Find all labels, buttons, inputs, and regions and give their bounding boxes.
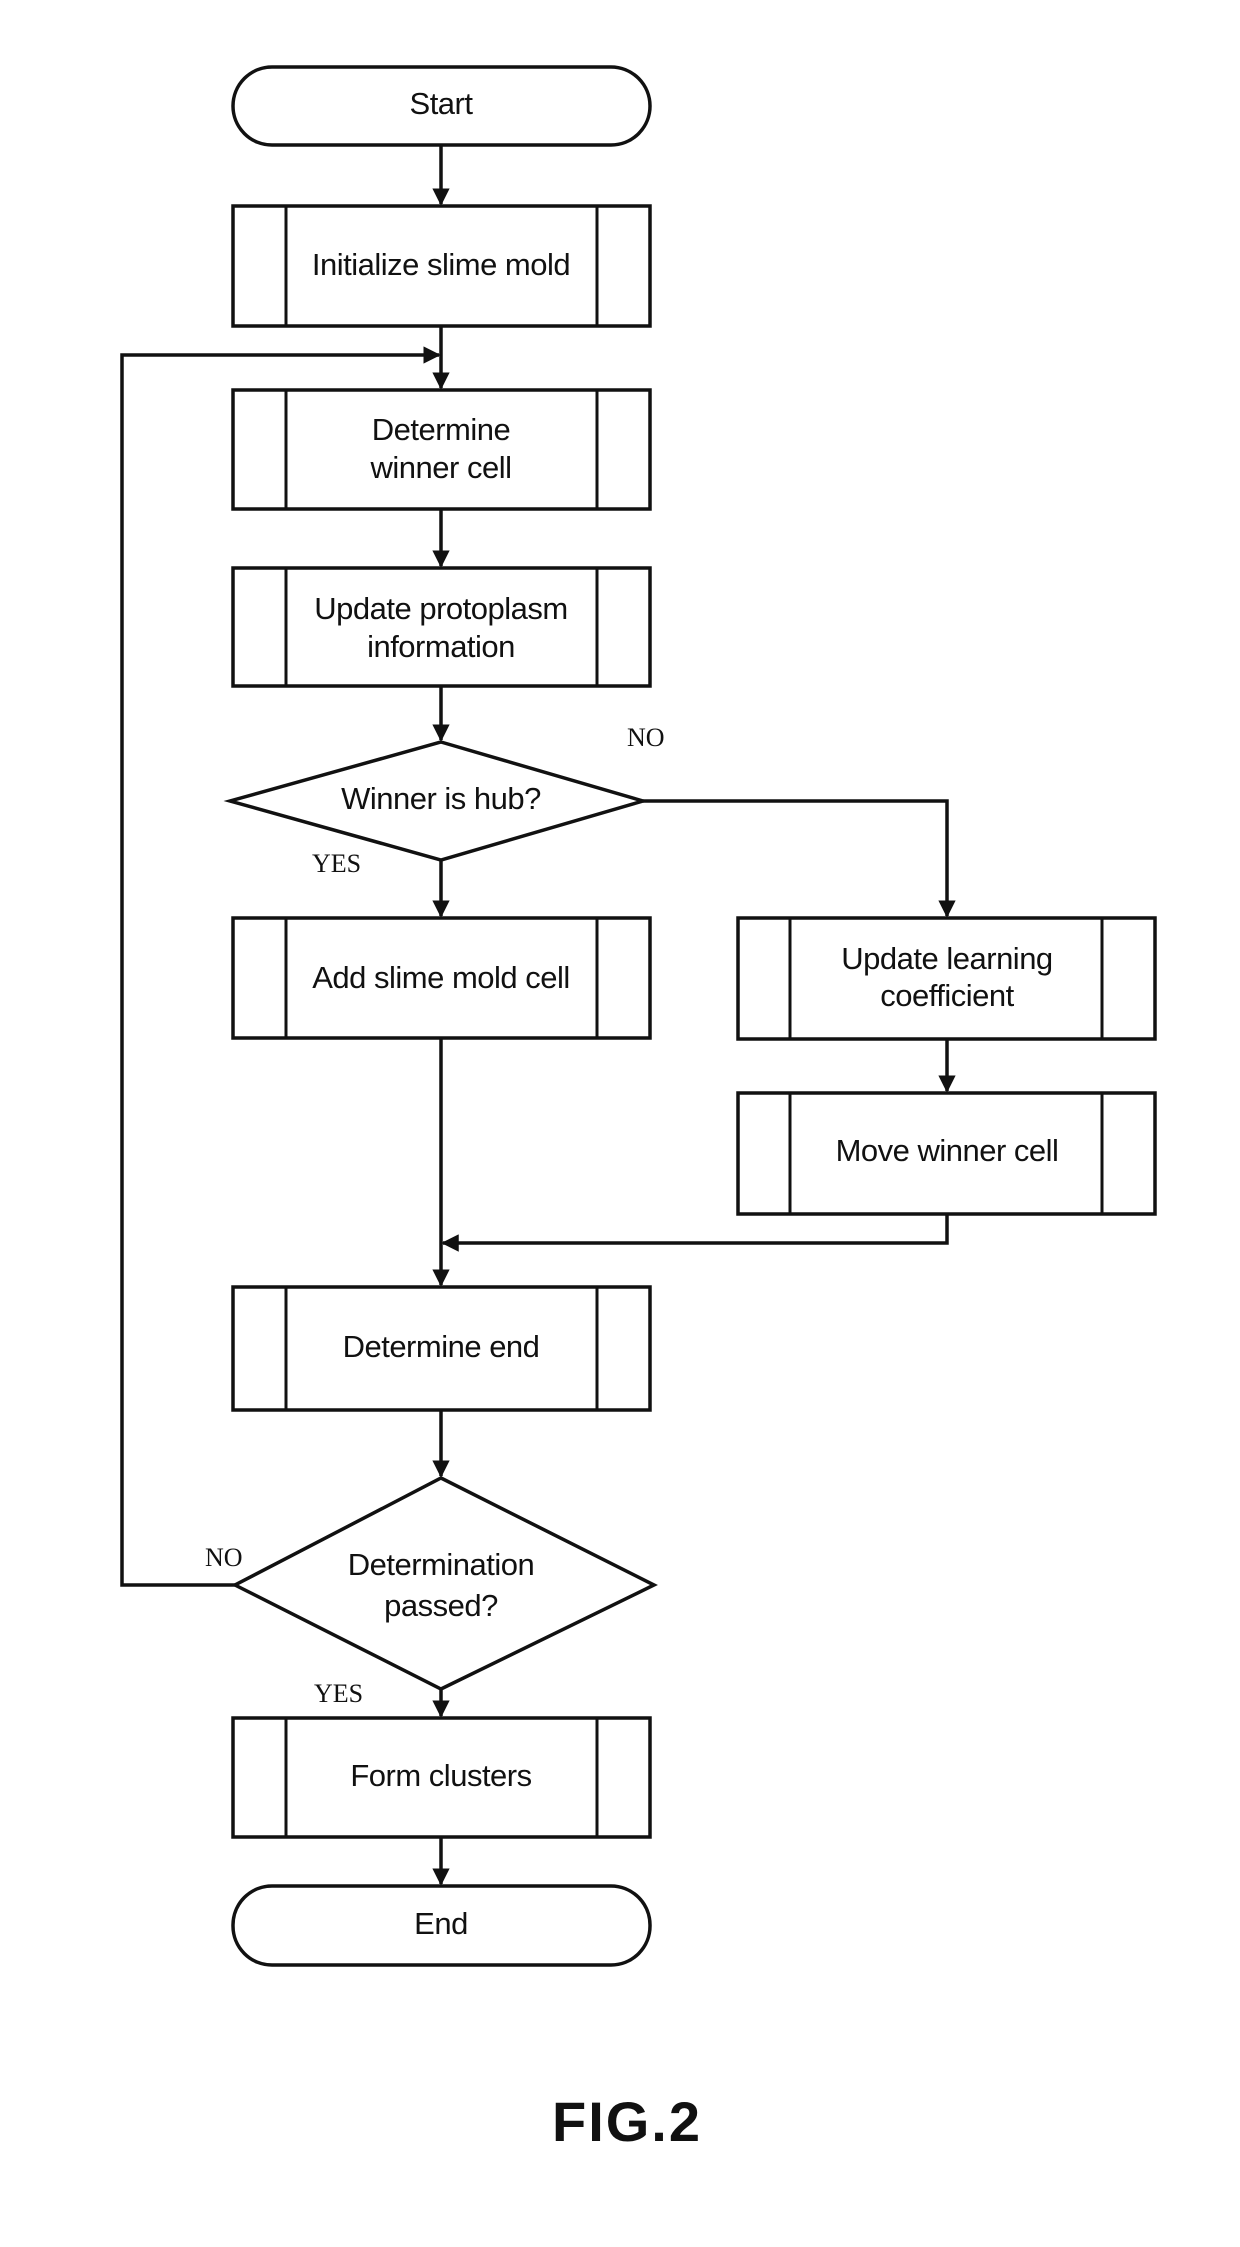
- node-text: Winner is hub?: [341, 781, 541, 816]
- figure-label: FIG.2: [552, 2090, 702, 2153]
- node-determine-winner-cell: Determine winner cell: [231, 388, 652, 511]
- label-hub-no: NO: [627, 723, 665, 752]
- node-form-clusters: Form clusters: [231, 1716, 652, 1839]
- node-text-line2: coefficient: [880, 978, 1014, 1013]
- node-text: Form clusters: [350, 1758, 531, 1793]
- node-text-line1: Update protoplasm: [314, 591, 567, 626]
- node-update-learning-coefficient: Update learning coefficient: [736, 916, 1157, 1041]
- node-text-line1: Determine: [372, 412, 511, 447]
- label-passed-no: NO: [205, 1543, 243, 1572]
- node-text: Move winner cell: [836, 1133, 1059, 1168]
- node-determination-passed-decision: Determination passed?: [231, 1476, 658, 1691]
- node-text-line1: Update learning: [841, 941, 1052, 976]
- node-move-winner-cell: Move winner cell: [736, 1091, 1157, 1216]
- node-text: Start: [410, 86, 474, 121]
- node-text: Initialize slime mold: [312, 247, 570, 282]
- label-passed-yes: YES: [314, 1679, 363, 1708]
- node-text: Add slime mold cell: [312, 960, 570, 995]
- node-text-line2: winner cell: [370, 450, 512, 485]
- process-shape: [231, 566, 652, 688]
- node-winner-is-hub-decision: Winner is hub?: [223, 740, 650, 862]
- node-determine-end: Determine end: [231, 1285, 652, 1412]
- edge-move-merge: [441, 1214, 949, 1252]
- node-text-line1: Determination: [348, 1547, 534, 1582]
- decision-shape: [231, 1476, 658, 1691]
- node-text-line2: information: [367, 629, 515, 664]
- edge-hub-learn-no: [643, 799, 956, 918]
- flowchart: Start Initialize slime mold Determine wi…: [120, 65, 1157, 2153]
- node-end: End: [231, 1884, 652, 1967]
- node-initialize-slime-mold: Initialize slime mold: [231, 204, 652, 328]
- node-text: Determine end: [343, 1329, 540, 1364]
- node-text: End: [414, 1906, 468, 1941]
- node-start: Start: [231, 65, 652, 147]
- label-hub-yes: YES: [312, 849, 361, 878]
- node-add-slime-mold-cell: Add slime mold cell: [231, 916, 652, 1040]
- node-text-line2: passed?: [384, 1588, 498, 1623]
- node-update-protoplasm-information: Update protoplasm information: [231, 566, 652, 688]
